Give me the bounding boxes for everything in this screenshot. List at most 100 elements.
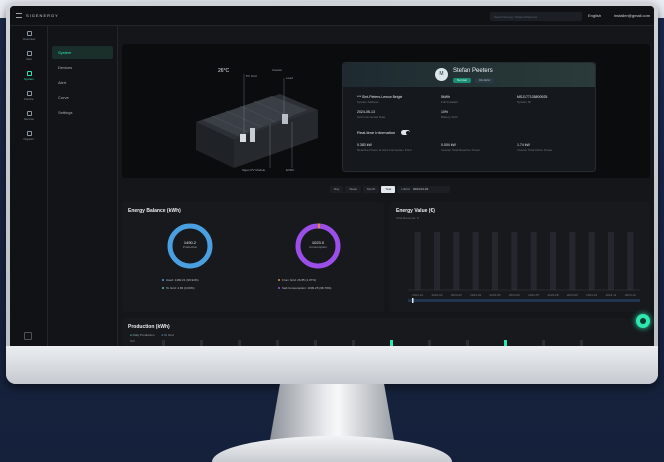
production-bar[interactable] [238,340,241,346]
value-bar[interactable] [550,232,556,290]
value-bar[interactable] [511,232,518,290]
monitor-chin [6,346,658,384]
production-chart [162,340,583,346]
value-bar[interactable] [588,232,595,290]
field-key: Reactive Power at Grid Connection Point [357,148,412,152]
production-bar[interactable] [542,340,545,346]
donut-charts [167,223,341,269]
user-email[interactable]: installer@gmail.com [614,13,650,18]
subnav-item-settings[interactable]: Settings [52,106,113,119]
subnav-item-curve[interactable]: Curve [52,91,113,104]
consumption-legend-self: Self-Consumption: 1009.25 (98.79%) [278,286,331,290]
main-content: 26°C PV Grid Inverter Load Sigen PV Modu… [122,44,650,346]
legend-dot [162,287,164,290]
value-bar[interactable] [453,232,460,290]
callout-inverter: Inverter [272,68,283,72]
production-bar[interactable] [200,340,203,346]
nav-label: System [23,77,34,81]
subnav-item-devices[interactable]: Devices [52,61,113,74]
tab-year[interactable]: Year [381,186,396,193]
field-value: MSJ177135800925 [517,95,548,99]
production-bar[interactable] [428,340,431,346]
production-bar[interactable] [504,340,507,346]
legend-label: Self-Consumption: 1009.25 (98.79%) [282,286,332,290]
menu-icon[interactable] [16,13,22,18]
collapse-icon[interactable] [24,332,32,340]
value-bar[interactable] [627,232,634,290]
realtime-reactive-inverter: 0.004 kW Inverter Total Reactive Power [441,143,501,152]
value-bar[interactable] [569,232,576,290]
production-bar[interactable] [580,340,583,346]
field-key: System ID [517,100,531,104]
realtime-reactive-grid: 0.383 kW Reactive Power at Grid Connecti… [357,143,417,152]
value-bar[interactable] [414,232,421,290]
field-value: 5kWh [441,95,450,99]
secondary-nav: System Devices Alert Curve Settings [48,26,118,346]
field-key: Battery SOC [441,115,458,119]
realtime-label: Real-time Information [357,130,396,135]
user-icon [26,51,32,56]
value-bar[interactable] [472,232,479,290]
field-system-id: MSJ177135800925 System ID [517,95,547,104]
nav-item-system[interactable]: System [10,66,48,86]
time-range-tabs: Day Week Month Year Lifetime [330,186,416,193]
status-badge-ongrid: On-Grid [475,78,494,83]
dashboard-icon [26,31,32,36]
nav-item-device[interactable]: Device [10,86,48,106]
x-tick-label: 2024-12 [625,293,636,297]
legend-dot [162,279,164,282]
production-bar[interactable] [162,340,165,346]
system-hero: 26°C PV Grid Inverter Load Sigen PV Modu… [122,44,650,178]
x-tick-label: 2024-05 [489,293,500,297]
production-bar[interactable] [276,340,279,346]
production-bar[interactable] [390,340,393,346]
search-input[interactable]: Search Energy Stations/Devices [490,12,582,21]
value-bar[interactable] [530,232,537,290]
device-icon [26,91,32,96]
callout-evdc: EVDC [286,168,295,172]
value-bar[interactable] [434,232,440,290]
x-tick-label: 2024-01 [412,293,423,297]
value-bar[interactable] [492,232,498,290]
nav-label: Organiz. [23,137,35,141]
nav-item-organization[interactable]: Organiz. [10,126,48,146]
language-selector[interactable]: English [588,13,601,18]
x-tick-label: 2024-03 [451,293,462,297]
owner-name: Stefan Peeters [453,68,493,74]
chat-support-button[interactable] [636,314,650,328]
avatar: M [435,68,448,81]
zoom-handle[interactable] [412,298,414,303]
x-tick-label: 2024-11 [606,293,617,297]
consumption-total: 1023.0 Consumption [298,240,338,249]
value-bar[interactable] [608,232,614,290]
field-battery-soc: 10% Battery SOC [441,110,458,119]
tab-month[interactable]: Month [362,186,380,193]
status-badge-normal: Normal [453,78,471,83]
legend-dot [278,279,280,282]
field-value: 0.383 kW [357,143,372,147]
x-tick-label: 2024-09 [567,293,578,297]
energy-value-panel: Energy Value (€) Total Revenue: 0 2024-0… [390,202,650,312]
subnav-item-system[interactable]: System [52,46,113,59]
monitor-stand-base [212,436,452,462]
production-bar[interactable] [314,340,317,346]
field-value: 0.004 kW [441,143,456,147]
nav-label: Service [23,117,34,121]
subnav-item-alert[interactable]: Alert [52,76,113,89]
zoom-slider[interactable] [408,299,640,302]
realtime-toggle[interactable] [401,130,410,135]
x-tick-label: 2024-04 [470,293,481,297]
production-bar[interactable] [466,340,469,346]
x-tick-label: 2024-06 [509,293,520,297]
production-bar[interactable] [352,340,355,346]
production-panel: Production (kWh) ● Daily Production ● To… [122,318,650,346]
monitor-stand-neck [270,384,394,440]
nav-item-overview[interactable]: Overview [10,26,48,46]
tab-week[interactable]: Week [345,186,361,193]
field-key: Inverter Total Active Power [517,148,553,152]
date-picker[interactable]: 2024-01-01 [410,186,450,193]
tab-day[interactable]: Day [330,186,344,193]
nav-item-user[interactable]: User [10,46,48,66]
x-tick-label: 2024-07 [528,293,539,297]
nav-item-service[interactable]: Service [10,106,48,126]
